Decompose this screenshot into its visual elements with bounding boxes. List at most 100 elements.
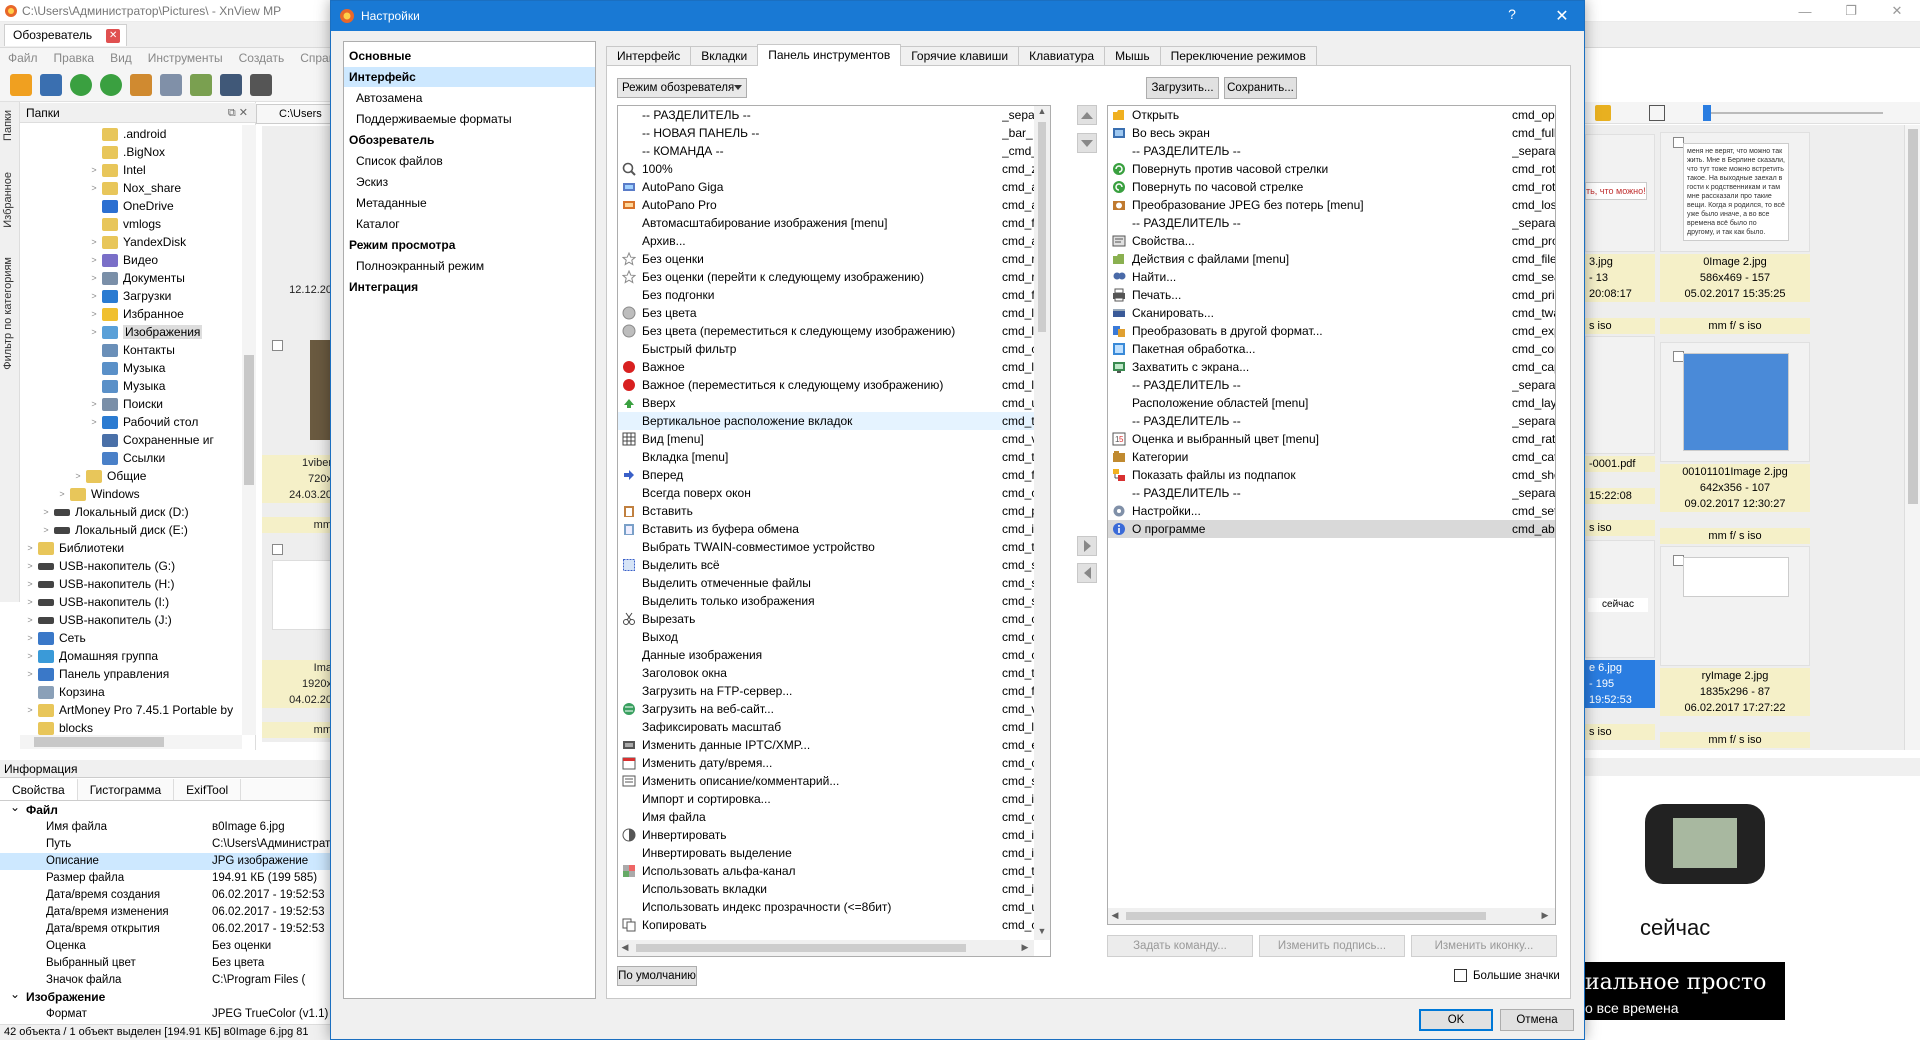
expand-chevron-icon[interactable]: >: [24, 615, 36, 625]
cancel-button[interactable]: Отмена: [1500, 1009, 1574, 1031]
expand-chevron-icon[interactable]: >: [88, 183, 100, 193]
menu-item[interactable]: Создать: [239, 51, 285, 65]
command-row[interactable]: Заголовок окна cmd_t: [618, 664, 1034, 682]
toolbar-commands-hscroll[interactable]: ◀ ▶: [1108, 908, 1555, 924]
info-row[interactable]: Размер файла 194.91 КБ (199 585): [0, 870, 340, 887]
command-row[interactable]: Имя файла cmd_c: [618, 808, 1034, 826]
tab-close-icon[interactable]: ✕: [106, 29, 121, 43]
command-row[interactable]: AutoPano Pro cmd_a: [618, 196, 1034, 214]
command-row[interactable]: Инвертировать выделение cmd_i: [618, 844, 1034, 862]
folder-tree-item[interactable]: Музыка: [88, 377, 165, 395]
thumbnail-checkbox[interactable]: [272, 544, 283, 555]
folders-hscroll-thumb[interactable]: [34, 737, 164, 747]
command-row[interactable]: Изменить данные IPTC/XMP... cmd_e: [618, 736, 1034, 754]
command-row[interactable]: Важное cmd_l: [618, 358, 1034, 376]
command-row[interactable]: -- РАЗДЕЛИТЕЛЬ -- _separ: [618, 106, 1034, 124]
available-commands-hscroll[interactable]: ◀ ▶: [618, 940, 1034, 956]
command-row[interactable]: Изменить дату/время... cmd_c: [618, 754, 1034, 772]
expand-chevron-icon[interactable]: >: [88, 327, 100, 337]
menu-item[interactable]: Вид: [110, 51, 132, 65]
folder-tree-item[interactable]: > Документы: [88, 269, 185, 287]
folder-tree-item[interactable]: vmlogs: [88, 215, 161, 233]
info-row[interactable]: Дата/время создания 06.02.2017 - 19:52:53: [0, 887, 340, 904]
properties-icon[interactable]: [160, 73, 182, 96]
settings-nav-item[interactable]: Обозреватель: [344, 130, 595, 150]
expand-chevron-icon[interactable]: >: [24, 579, 36, 589]
settings-nav-item[interactable]: Список файлов: [344, 151, 595, 171]
command-row[interactable]: Расположение областей [menu] cmd_layo: [1108, 394, 1555, 412]
folder-tree-item[interactable]: > Локальный диск (D:): [40, 503, 188, 521]
settings-tab[interactable]: Интерфейс: [606, 46, 692, 66]
command-row[interactable]: -- РАЗДЕЛИТЕЛЬ -- _separato: [1108, 412, 1555, 430]
info-row[interactable]: Имя файла в0Image 6.jpg: [0, 819, 340, 836]
vtab-folders[interactable]: Папки: [2, 110, 14, 141]
settings-nav-item[interactable]: Интерфейс: [344, 67, 595, 87]
command-row[interactable]: Выбрать TWAIN-совместимое устройство cmd_…: [618, 538, 1034, 556]
ok-button[interactable]: OK: [1419, 1009, 1493, 1031]
find-icon[interactable]: [220, 73, 242, 96]
edit-label-button[interactable]: Изменить подпись...: [1259, 935, 1405, 957]
command-row[interactable]: Вид [menu] cmd_v: [618, 430, 1034, 448]
load-button[interactable]: Загрузить...: [1146, 77, 1219, 99]
info-row[interactable]: Путь C:\Users\Администрат: [0, 836, 340, 853]
folder-tree-item[interactable]: Контакты: [88, 341, 175, 359]
folder-tree-item[interactable]: .BigNox: [88, 143, 165, 161]
info-tab[interactable]: ExifTool: [174, 779, 242, 800]
folder-tree-item[interactable]: > Nox_share: [88, 179, 181, 197]
available-commands-hscroll-thumb[interactable]: [636, 944, 966, 952]
folder-tree-item[interactable]: > USB-накопитель (H:): [24, 575, 174, 593]
command-row[interactable]: -- РАЗДЕЛИТЕЛЬ -- _separato: [1108, 376, 1555, 394]
folder-tree-item[interactable]: > Поиски: [88, 395, 163, 413]
move-down-button[interactable]: [1077, 133, 1097, 153]
command-row[interactable]: Использовать индекс прозрачности (<=8бит…: [618, 898, 1034, 916]
command-row[interactable]: Без цвета (переместиться к следующему из…: [618, 322, 1034, 340]
zoom-slider[interactable]: [1703, 112, 1883, 114]
folder-tree-item[interactable]: > Рабочий стол: [88, 413, 198, 431]
expand-chevron-icon[interactable]: >: [88, 309, 100, 319]
command-row[interactable]: Автомасштабирование изображения [menu] cm…: [618, 214, 1034, 232]
expand-chevron-icon[interactable]: >: [24, 633, 36, 643]
command-row[interactable]: Данные изображения cmd_c: [618, 646, 1034, 664]
folder-tree-item[interactable]: Музыка: [88, 359, 165, 377]
command-row[interactable]: -- РАЗДЕЛИТЕЛЬ -- _separato: [1108, 214, 1555, 232]
expand-chevron-icon[interactable]: >: [88, 237, 100, 247]
set-command-button[interactable]: Задать команду...: [1107, 935, 1253, 957]
toolbar-commands-list[interactable]: Открыть cmd_ope Во весь экран cmd_fulls -- Р…: [1107, 105, 1556, 925]
expand-chevron-icon[interactable]: >: [88, 165, 100, 175]
close-dialog-icon[interactable]: ✕: [1550, 6, 1574, 26]
expand-chevron-icon[interactable]: >: [88, 399, 100, 409]
expand-chevron-icon[interactable]: >: [24, 705, 36, 715]
command-row[interactable]: Выделить всё cmd_s: [618, 556, 1034, 574]
command-row[interactable]: Импорт и сортировка... cmd_i: [618, 790, 1034, 808]
command-row[interactable]: Сканировать... cmd_twai: [1108, 304, 1555, 322]
command-row[interactable]: Использовать вкладки cmd_i: [618, 880, 1034, 898]
folder-tree-item[interactable]: > Intel: [88, 161, 145, 179]
folder-tree-item[interactable]: > Windows: [56, 485, 139, 503]
command-row[interactable]: Печать... cmd_prin: [1108, 286, 1555, 304]
folders-vertical-scrollbar[interactable]: [242, 125, 256, 735]
command-row[interactable]: Выделить только изображения cmd_s: [618, 592, 1034, 610]
command-row[interactable]: Выделить отмеченные файлы cmd_s: [618, 574, 1034, 592]
edit-icon-button[interactable]: Изменить иконку...: [1411, 935, 1557, 957]
thumbnails-scroll-thumb[interactable]: [1908, 129, 1918, 504]
available-commands-list[interactable]: -- РАЗДЕЛИТЕЛЬ -- _separ -- НОВАЯ ПАНЕЛЬ -…: [617, 105, 1051, 957]
settings-nav-item[interactable]: Поддерживаемые форматы: [344, 109, 595, 129]
settings-tab[interactable]: Переключение режимов: [1159, 46, 1317, 66]
available-commands-vscroll[interactable]: ▲ ▼: [1034, 106, 1050, 940]
thumbnail-card[interactable]: [1660, 546, 1810, 666]
settings-nav-item[interactable]: Основные: [344, 46, 595, 66]
command-row[interactable]: Важное (переместиться к следующему изобр…: [618, 376, 1034, 394]
command-row[interactable]: -- РАЗДЕЛИТЕЛЬ -- _separato: [1108, 142, 1555, 160]
big-icons-checkbox[interactable]: [1454, 969, 1467, 982]
add-to-toolbar-button[interactable]: [1077, 536, 1097, 556]
command-row[interactable]: Инвертировать cmd_i: [618, 826, 1034, 844]
info-row[interactable]: Описание JPG изображение: [0, 853, 340, 870]
command-row[interactable]: Изменить описание/комментарий... cmd_s: [618, 772, 1034, 790]
command-row[interactable]: Найти... cmd_sear: [1108, 268, 1555, 286]
expand-chevron-icon[interactable]: >: [24, 651, 36, 661]
command-row[interactable]: Без цвета cmd_l: [618, 304, 1034, 322]
vtab-category-filter[interactable]: Фильтр по категориям: [2, 257, 14, 370]
filter-icon[interactable]: [1595, 105, 1611, 121]
thumbnails-vertical-scrollbar[interactable]: [1904, 125, 1920, 750]
folder-tree-item[interactable]: > Сеть: [24, 629, 85, 647]
